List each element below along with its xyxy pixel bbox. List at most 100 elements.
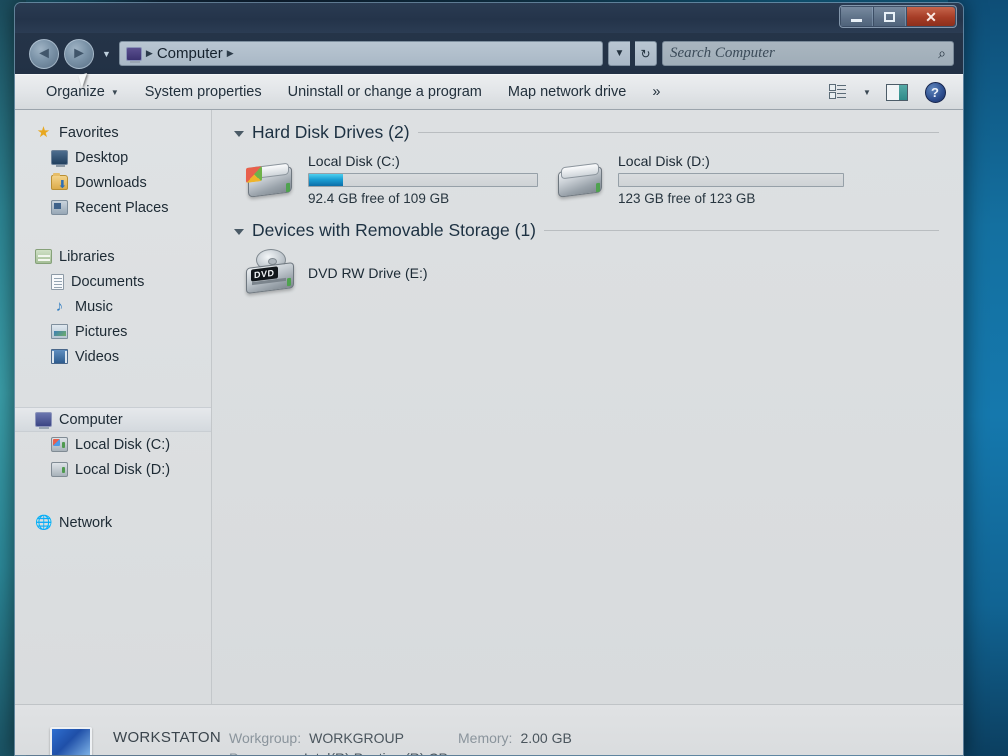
capacity-meter-c (308, 173, 538, 187)
sidebar-item-computer[interactable]: Computer (15, 407, 211, 432)
sidebar-item-downloads[interactable]: Downloads (15, 170, 211, 195)
drive-name-dvd-rw: DVD RW Drive (E:) (308, 265, 428, 281)
sidebar-label-local-disk-d: Local Disk (D:) (75, 461, 171, 478)
view-options-icon (828, 84, 846, 100)
sidebar-item-local-disk-d[interactable]: Local Disk (D:) (15, 457, 211, 482)
sidebar-item-libraries[interactable]: Libraries (15, 244, 211, 269)
collapse-triangle-icon[interactable] (234, 229, 244, 235)
music-note-icon: ♪ (55, 298, 64, 315)
chevron-down-icon: ▼ (863, 87, 871, 97)
drive-item-local-disk-c[interactable]: Local Disk (C:) 92.4 GB free of 109 GB (244, 149, 554, 206)
title-bar: ✕ (15, 3, 963, 33)
drive-stat-d: 123 GB free of 123 GB (618, 191, 756, 206)
nav-spacer-2 (15, 371, 211, 407)
window-body: ★ Favorites Desktop Downloads Recent Pla… (15, 110, 963, 704)
details-pane: WORKSTATON Workgroup: WORKGROUP Memory: … (15, 704, 963, 755)
back-button[interactable]: ◄ (29, 38, 59, 69)
drive-name-d: Local Disk (D:) (618, 153, 710, 169)
view-icon-line-1 (836, 85, 846, 90)
drive-item-dvd-rw[interactable]: DVD DVD RW Drive (E:) (234, 247, 963, 299)
star-icon: ★ (36, 124, 51, 141)
details-text: WORKSTATON Workgroup: WORKGROUP Memory: … (113, 729, 572, 755)
recent-locations-dropdown[interactable]: ▼ (99, 49, 114, 59)
address-dropdown-button[interactable]: ▼ (608, 41, 630, 66)
capacity-meter-fill-c (309, 174, 344, 186)
downloads-folder-icon (51, 173, 68, 191)
nav-spacer-3 (15, 484, 211, 510)
pictures-icon (51, 324, 68, 339)
libraries-icon (35, 249, 52, 264)
preview-pane-button[interactable] (878, 78, 916, 106)
drive-item-local-disk-d[interactable]: Local Disk (D:) 123 GB free of 123 GB (554, 149, 844, 206)
organize-button[interactable]: Organize ▼ (33, 78, 132, 106)
sidebar-item-recent-places[interactable]: Recent Places (15, 195, 211, 220)
view-dropdown-button[interactable]: ▼ (856, 78, 878, 106)
processor-value: Intel(R) Pentium(R) CP... (304, 750, 458, 755)
system-properties-button[interactable]: System properties (132, 78, 275, 106)
hard-disk-icon (554, 161, 606, 205)
sidebar-item-favorites[interactable]: ★ Favorites (15, 120, 211, 145)
collapse-triangle-icon[interactable] (234, 131, 244, 137)
computer-monitor-icon (45, 725, 99, 755)
breadcrumb[interactable]: ▶ Computer ▶ (118, 41, 603, 66)
file-list-pane[interactable]: Hard Disk Drives (2) Local Disk (C:) 92.… (212, 110, 963, 704)
preview-pane-icon-fill (899, 84, 907, 100)
sidebar-item-network[interactable]: 🌐 Network (15, 510, 211, 535)
sidebar-label-music: Music (75, 298, 113, 315)
forward-button[interactable]: ► (64, 38, 94, 69)
sidebar-item-music[interactable]: ♪ Music (15, 294, 211, 319)
search-input[interactable] (670, 45, 939, 62)
hard-disk-drive-list: Local Disk (C:) 92.4 GB free of 109 GB L… (234, 149, 963, 206)
forward-arrow-icon: ► (71, 44, 87, 62)
sidebar-label-local-disk-c: Local Disk (C:) (75, 436, 171, 453)
group-divider (417, 132, 939, 133)
navigation-pane[interactable]: ★ Favorites Desktop Downloads Recent Pla… (15, 110, 212, 704)
hard-disk-icon-led (286, 182, 290, 193)
monitor-screen (50, 726, 92, 755)
details-line-1: WORKSTATON Workgroup: WORKGROUP Memory: … (113, 729, 572, 746)
hard-disk-icon (244, 161, 296, 205)
maximize-button[interactable] (874, 7, 906, 26)
hard-disk-icon (51, 462, 68, 477)
drive-info-c: Local Disk (C:) 92.4 GB free of 109 GB (308, 149, 554, 206)
map-network-drive-button[interactable]: Map network drive (495, 78, 639, 106)
sidebar-label-recent-places: Recent Places (75, 199, 169, 216)
group-title-removable-storage: Devices with Removable Storage (1) (252, 220, 537, 240)
refresh-button[interactable]: ↻ (635, 41, 657, 66)
memory-value: 2.00 GB (520, 729, 572, 746)
sidebar-label-computer: Computer (59, 411, 123, 428)
uninstall-program-button[interactable]: Uninstall or change a program (275, 78, 495, 106)
memory-label: Memory: (458, 729, 513, 746)
group-header-hard-disk-drives[interactable]: Hard Disk Drives (2) (234, 122, 963, 143)
windows-logo-icon (246, 166, 262, 183)
change-view-button[interactable] (818, 78, 856, 106)
sidebar-label-favorites: Favorites (59, 124, 119, 141)
processor-label: Processor: (229, 750, 296, 755)
breadcrumb-separator-trailing[interactable]: ▶ (227, 48, 234, 59)
preview-pane-icon (886, 83, 908, 101)
sidebar-item-documents[interactable]: Documents (15, 269, 211, 294)
breadcrumb-item-computer[interactable]: Computer (157, 45, 223, 62)
computer-icon (125, 46, 142, 63)
search-box[interactable]: ⌕ (662, 41, 954, 66)
close-button[interactable]: ✕ (907, 7, 955, 26)
details-line-2: Processor: Intel(R) Pentium(R) CP... (113, 750, 572, 755)
breadcrumb-separator-leading: ▶ (145, 48, 153, 58)
sidebar-item-desktop[interactable]: Desktop (15, 145, 211, 170)
view-icon-square-1 (828, 84, 836, 91)
sidebar-item-local-disk-c[interactable]: Local Disk (C:) (15, 432, 211, 457)
window-controls: ✕ (839, 5, 957, 28)
back-arrow-icon: ◄ (36, 44, 52, 62)
view-icon-line-2 (836, 93, 846, 98)
sidebar-item-pictures[interactable]: Pictures (15, 319, 211, 344)
help-button[interactable]: ? (916, 78, 954, 106)
group-header-removable-storage[interactable]: Devices with Removable Storage (1) (234, 220, 963, 241)
address-bar: ◄ ► ▼ ▶ Computer ▶ ▼ ↻ ⌕ (15, 33, 963, 74)
minimize-button[interactable] (841, 7, 873, 26)
sidebar-item-videos[interactable]: Videos (15, 344, 211, 369)
sidebar-label-videos: Videos (75, 348, 120, 365)
drive-name-c: Local Disk (C:) (308, 153, 400, 169)
nav-group-computer: Computer Local Disk (C:) Local Disk (D:) (15, 407, 211, 482)
search-icon: ⌕ (938, 45, 946, 61)
toolbar-overflow-button[interactable]: » (639, 78, 673, 106)
